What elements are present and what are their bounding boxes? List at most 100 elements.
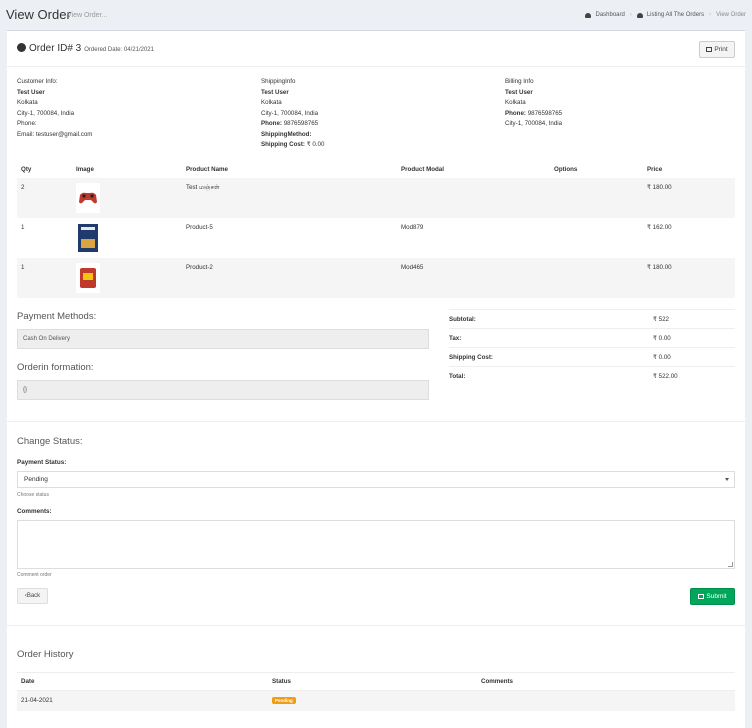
customer-name: Test User — [17, 88, 45, 96]
shipping-cost-row: Shipping Cost: ₹ 0.00 — [261, 140, 324, 151]
column-header: Comments — [477, 672, 735, 691]
shipping-info: ShippingInfo Test User Kolkata City-1, 7… — [261, 77, 324, 151]
shipping-phone: 9876598765 — [283, 120, 319, 127]
billing-phone-label: Phone: — [505, 109, 526, 117]
back-label: Back — [26, 593, 41, 599]
comments-textarea[interactable] — [17, 520, 735, 569]
total-label: Total: — [449, 366, 609, 386]
customer-address: City-1, 700084, India — [17, 109, 75, 117]
column-header: Price — [647, 166, 663, 173]
divider — [7, 66, 745, 67]
order-date: Ordered Date: 04/21/2021 — [84, 47, 154, 53]
column-header: Image — [76, 166, 94, 173]
back-button[interactable]: ‹ Back — [17, 588, 48, 604]
product-image-cell — [72, 258, 182, 298]
order-history-table: Date Status Comments 21-04-2021 Pending — [17, 672, 735, 711]
total-label: Tax: — [449, 328, 609, 348]
page-title: View Order — [6, 7, 71, 22]
submit-label: Submit — [706, 593, 727, 600]
products-header-row: Qty Image Product Name Product Modal Opt… — [17, 161, 735, 178]
table-row: 21-04-2021 Pending — [17, 690, 735, 711]
billing-info: Billing Info Test User Kolkata Phone: 98… — [505, 77, 562, 130]
divider — [7, 625, 745, 626]
shipping-address: City-1, 700084, India — [261, 109, 319, 117]
change-status-heading: Change Status: — [17, 436, 83, 447]
breadcrumb-dashboard[interactable]: Dashboard — [595, 12, 624, 18]
product-price: ₹ 180.00 — [643, 178, 735, 218]
comments-label: Comments: — [17, 508, 52, 515]
shipping-cost: ₹ 0.00 — [306, 141, 325, 148]
product-image-cell — [72, 218, 182, 258]
billing-address: City-1, 700084, India — [505, 120, 563, 127]
history-status-cell: Pending — [268, 690, 477, 711]
status-badge: Pending — [272, 697, 296, 705]
product-price: ₹ 180.00 — [643, 258, 735, 298]
shipping-heading: ShippingInfo — [261, 78, 296, 85]
product-name: Test மஞ்சள் — [182, 178, 397, 218]
shipping-method-label: ShippingMethod: — [261, 130, 312, 138]
product-model: Mod465 — [397, 258, 550, 298]
globe-icon — [17, 43, 26, 52]
history-header-row: Date Status Comments — [17, 672, 735, 691]
shipping-phone-label: Phone: — [261, 120, 282, 127]
customer-email-row: Email: testuser@gmail.com — [17, 130, 92, 141]
total-value: ₹ 0.00 — [609, 347, 735, 367]
total-value: ₹ 522.00 — [609, 366, 735, 386]
order-heading: Order ID# 3 Ordered Date: 04/21/2021 — [17, 42, 154, 54]
gamepad-image — [76, 183, 100, 213]
submit-button[interactable]: Submit — [690, 588, 735, 605]
chevron-down-icon — [725, 478, 729, 481]
product-price: ₹ 162.00 — [647, 224, 672, 231]
shipping-phone-row: Phone: 9876598765 — [261, 119, 324, 130]
billing-name: Test User — [505, 88, 533, 96]
product-options — [550, 258, 643, 298]
billing-heading: Billing Info — [505, 78, 534, 85]
divider — [7, 421, 745, 422]
print-label: Print — [714, 46, 728, 53]
payment-method-field: Cash On Delivery — [17, 329, 429, 349]
print-icon — [706, 47, 713, 52]
table-row: 1 Product-5 Mod879 ₹ 162.00 — [17, 218, 735, 258]
totals-row: Subtotal: ₹ 522 — [449, 309, 735, 329]
order-id: Order ID# 3 — [29, 43, 82, 54]
order-information-field: {} — [17, 380, 429, 400]
order-information-label: Orderin formation: — [17, 362, 94, 373]
column-header: Product Name — [186, 166, 228, 173]
table-row: 2 Test மஞ்சள் ₹ 180.00 — [17, 178, 735, 218]
product-model — [397, 178, 550, 218]
package-image — [76, 263, 100, 293]
customer-email-label: Email: — [17, 130, 35, 138]
payment-methods-label: Payment Methods: — [17, 311, 97, 322]
breadcrumb-separator: › — [629, 12, 632, 18]
column-header: Options — [554, 166, 578, 173]
total-value: ₹ 522 — [609, 309, 735, 329]
order-card: Order ID# 3 Ordered Date: 04/21/2021 Pri… — [7, 30, 745, 728]
payment-status-label: Payment Status: — [17, 459, 67, 466]
billing-city: Kolkata — [505, 99, 526, 106]
payment-status-select[interactable]: Pending — [17, 471, 735, 488]
customer-info: Customer Info: Test User Kolkata City-1,… — [17, 77, 92, 140]
product-qty: 2 — [17, 178, 72, 218]
page-subtitle: View Order... — [67, 12, 108, 19]
history-date: 21-04-2021 — [17, 690, 268, 711]
product-model: Mod879 — [401, 224, 424, 231]
breadcrumb: Dashboard › Listing All The Orders › Vie… — [585, 12, 746, 18]
totals-table: Subtotal: ₹ 522 Tax: ₹ 0.00 Shipping Cost:… — [449, 309, 735, 386]
print-button[interactable]: Print — [699, 41, 735, 58]
breadcrumb-separator: › — [709, 12, 712, 18]
product-qty: 1 — [21, 224, 25, 231]
column-header: Status — [268, 672, 477, 691]
status-help-text: Choose status — [17, 492, 49, 498]
product-options — [550, 178, 643, 218]
products-table: Qty Image Product Name Product Modal Opt… — [17, 161, 735, 298]
product-image-cell — [72, 178, 182, 218]
breadcrumb-orders[interactable]: Listing All The Orders — [647, 12, 704, 18]
billing-phone-row: Phone: 9876598765 — [505, 109, 562, 120]
resize-handle-icon[interactable] — [728, 562, 733, 567]
payment-status-value: Pending — [24, 476, 48, 483]
shipping-cost-label: Shipping Cost: — [261, 141, 305, 148]
column-header: Product Modal — [401, 166, 444, 173]
breadcrumb-current: View Order — [716, 12, 746, 18]
customer-email: testuser@gmail.com — [35, 130, 93, 138]
dashboard-icon — [585, 12, 592, 18]
